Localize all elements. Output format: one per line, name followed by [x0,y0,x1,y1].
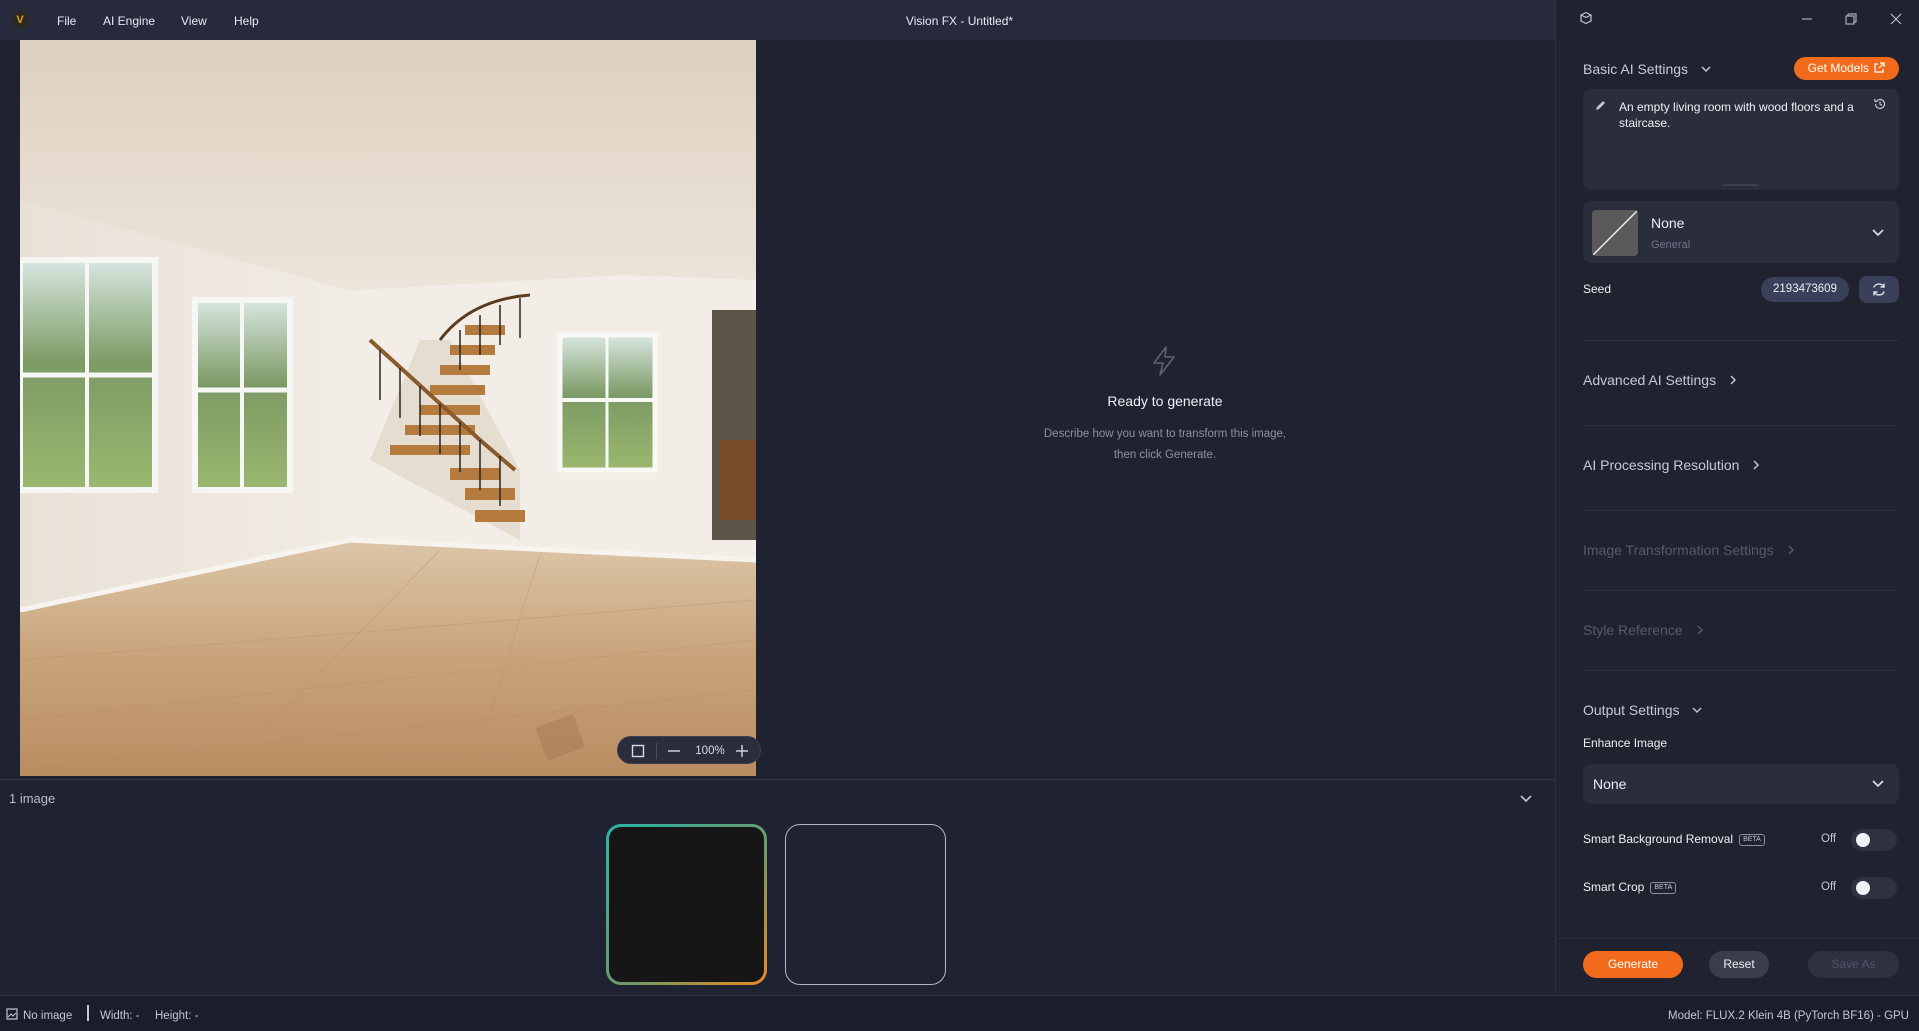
history-icon[interactable] [1873,97,1887,114]
style-name: None [1651,215,1685,231]
zoom-in-icon[interactable] [734,737,750,765]
beta-badge: BETA [1739,834,1765,846]
reset-button[interactable]: Reset [1709,951,1769,978]
panel-logo-icon [1576,10,1596,30]
external-link-icon [1874,62,1885,73]
collapse-strip-chevron-icon[interactable] [1518,790,1534,809]
style-reference-header: Style Reference [1583,622,1705,639]
app-logo-icon: V [12,12,28,28]
refresh-seed-button[interactable] [1859,276,1899,303]
image-canvas[interactable] [20,40,756,776]
chevron-right-icon [1728,373,1738,389]
panel-header [1556,0,1919,40]
style-none-thumbnail [1592,210,1638,256]
seed-label: Seed [1583,282,1612,296]
status-separator [87,1005,89,1021]
image-count: 1 image [9,791,56,806]
smart-crop-state: Off [1821,881,1837,893]
status-bar: No image Width: - Height: - Model: FLUX.… [0,995,1919,1031]
menu-file[interactable]: File [57,14,76,28]
pencil-icon [1595,99,1607,114]
status-width: Width: - [100,1010,140,1022]
enhance-image-select[interactable]: None [1583,764,1899,804]
beta-badge: BETA [1650,882,1677,894]
smart-crop-toggle[interactable] [1851,877,1897,899]
empty-state-description: Describe how you want to transform this … [1043,428,1287,461]
section-divider [1583,510,1898,511]
resize-handle[interactable] [1723,184,1759,186]
smart-background-removal-label: Smart Background Removal [1583,832,1734,846]
seed-input[interactable]: 2193473609 [1761,277,1849,302]
style-select[interactable]: None General [1583,201,1899,263]
generate-button[interactable]: Generate [1583,951,1683,978]
action-divider [1556,938,1919,939]
zoom-level: 100% [695,745,725,757]
save-as-button[interactable]: Save As [1808,951,1899,978]
refresh-icon [1873,283,1885,296]
strip-divider [0,779,1555,780]
chevron-down-icon [1871,225,1885,242]
add-image-button[interactable] [785,824,946,985]
output-settings-header[interactable]: Output Settings [1583,702,1703,719]
enhance-image-value: None [1593,776,1627,792]
zoom-toolbar: 100% [617,736,761,764]
restore-icon[interactable] [1841,10,1861,30]
menu-ai-engine[interactable]: AI Engine [103,14,155,28]
section-divider [1583,340,1898,341]
smart-background-removal-row: Smart Background Removal BETA Off [1583,828,1899,852]
status-model: Model: FLUX.2 Klein 4B (PyTorch BF16) - … [1668,1010,1909,1022]
lightning-icon [1149,345,1179,380]
image-transformation-settings-header: Image Transformation Settings [1583,542,1796,559]
smart-crop-label: Smart Crop [1583,880,1645,894]
fit-screen-icon[interactable] [630,737,646,765]
image-icon [6,1008,18,1023]
empty-state-title: Ready to generate [1107,393,1223,409]
menu-help[interactable]: Help [234,14,259,28]
section-divider [1583,590,1898,591]
menu-view[interactable]: View [181,14,207,28]
chevron-down-icon [1700,62,1712,78]
plus-icon [843,882,887,926]
get-models-button[interactable]: Get Models [1794,57,1899,80]
smart-crop-row: Smart Crop BETA Off [1583,876,1899,900]
minimize-icon[interactable] [1797,10,1817,30]
ai-processing-resolution-header[interactable]: AI Processing Resolution [1583,457,1761,474]
enhance-image-label: Enhance Image [1583,736,1668,750]
style-category: General [1651,239,1691,251]
section-divider [1583,425,1898,426]
chevron-right-icon [1751,458,1761,474]
zoom-out-icon[interactable] [666,737,682,765]
chevron-right-icon [1786,543,1796,559]
advanced-ai-settings-header[interactable]: Advanced AI Settings [1583,372,1738,389]
chevron-down-icon [1691,703,1703,719]
prompt-input[interactable]: An empty living room with wood floors an… [1583,89,1899,190]
status-image: No image [23,1010,73,1022]
smart-background-removal-toggle[interactable] [1851,829,1897,851]
status-height: Height: - [155,1010,199,1022]
prompt-text[interactable]: An empty living room with wood floors an… [1619,99,1859,131]
chevron-right-icon [1695,623,1705,639]
basic-ai-settings-header[interactable]: Basic AI Settings [1583,61,1712,78]
section-divider [1583,670,1898,671]
thumbnail-selected[interactable] [606,824,767,985]
settings-panel: Basic AI Settings Get Models An empty li… [1555,0,1919,995]
living-room-image [20,40,756,776]
title-bar: V File AI Engine View Help [0,0,1555,40]
close-icon[interactable] [1886,10,1906,30]
chevron-down-icon [1871,776,1885,793]
smart-background-removal-state: Off [1821,833,1837,845]
